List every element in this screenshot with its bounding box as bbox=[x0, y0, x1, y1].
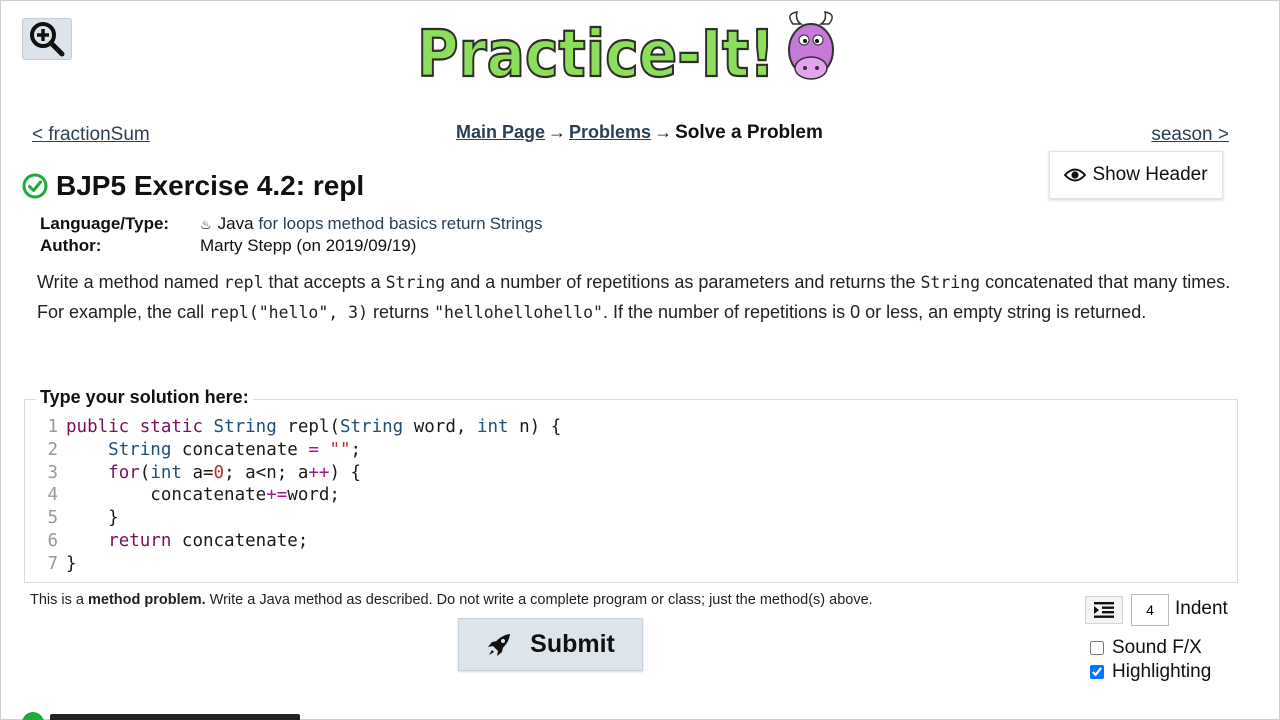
code-line: 7} bbox=[47, 553, 77, 574]
author-label: Author: bbox=[40, 236, 102, 255]
problem-meta: Language/Type: ♨ Java for loops method bas… bbox=[40, 213, 546, 256]
submit-label: Submit bbox=[530, 630, 615, 658]
inline-code: repl("hello", 3) bbox=[209, 302, 369, 322]
breadcrumb-current: Solve a Problem bbox=[675, 122, 823, 143]
indent-size-input[interactable] bbox=[1131, 594, 1169, 626]
next-section-peek bbox=[22, 712, 302, 720]
eye-icon bbox=[1064, 168, 1087, 182]
solution-fieldset: 1 public static String repl(String word, … bbox=[24, 399, 1238, 583]
breadcrumb-main-page[interactable]: Main Page bbox=[456, 122, 545, 142]
code-line: 1 public static String repl(String word, … bbox=[47, 417, 562, 437]
check-circle-icon bbox=[22, 712, 44, 720]
check-circle-icon bbox=[22, 173, 48, 199]
breadcrumb-arrow: → bbox=[548, 122, 567, 142]
inline-code: repl bbox=[223, 273, 264, 292]
problem-title: BJP5 Exercise 4.2: repl bbox=[56, 170, 365, 201]
tag-strings[interactable]: Strings bbox=[490, 214, 543, 233]
author-value: Marty Stepp (on 2019/09/19) bbox=[200, 236, 417, 255]
code-line: 2 String concatenate = ""; bbox=[47, 439, 362, 460]
highlighting-label: Highlighting bbox=[1112, 661, 1212, 682]
code-line: 4 concatenate+=word; bbox=[47, 485, 340, 506]
prev-problem-link[interactable]: < fractionSum bbox=[32, 124, 150, 146]
sound-fx-checkbox[interactable] bbox=[1090, 641, 1104, 655]
highlighting-option[interactable]: Highlighting bbox=[1090, 661, 1211, 683]
zoom-in-icon bbox=[30, 22, 65, 57]
highlighting-checkbox[interactable] bbox=[1090, 665, 1104, 679]
tag-return[interactable]: return bbox=[441, 214, 485, 233]
cow-mascot bbox=[788, 11, 834, 80]
method-problem-note: This is a method problem. Write a Java m… bbox=[30, 592, 873, 608]
breadcrumb-problems[interactable]: Problems bbox=[569, 122, 651, 142]
svg-text:Practice-It!: Practice-It! bbox=[417, 18, 775, 88]
sound-fx-option[interactable]: Sound F/X bbox=[1090, 637, 1202, 659]
practice-it-logo[interactable]: Practice-It! bbox=[415, 10, 845, 88]
language-value: Java bbox=[217, 214, 254, 233]
zoom-button[interactable] bbox=[22, 18, 72, 60]
breadcrumb-arrow: → bbox=[654, 122, 673, 142]
solution-legend: Type your solution here: bbox=[36, 387, 253, 408]
tag-for-loops[interactable]: for loops bbox=[258, 214, 323, 233]
indent-icon bbox=[1094, 602, 1114, 618]
code-line: 5 } bbox=[47, 508, 119, 529]
problem-description: Write a method named repl that accepts a… bbox=[37, 272, 1231, 322]
indent-button[interactable] bbox=[1085, 596, 1123, 624]
code-line: 3 for(int a=0; a<n; a++) { bbox=[47, 462, 362, 483]
submit-button[interactable]: Submit bbox=[458, 618, 643, 671]
problem-title-row: BJP5 Exercise 4.2: repl bbox=[22, 170, 364, 202]
breadcrumb: Main Page → Problems → Solve a Problem bbox=[456, 122, 823, 144]
sound-fx-label: Sound F/X bbox=[1112, 637, 1202, 658]
java-icon: ♨ bbox=[200, 217, 212, 232]
indent-label: Indent bbox=[1175, 598, 1228, 619]
show-header-label: Show Header bbox=[1092, 164, 1208, 185]
code-line: 6 return concatenate; bbox=[47, 530, 309, 551]
code-editor[interactable]: 1 public static String repl(String word, … bbox=[26, 416, 1236, 576]
inline-code: "hellohellohello" bbox=[434, 302, 603, 322]
next-problem-link[interactable]: season > bbox=[1151, 124, 1229, 146]
show-header-button[interactable]: Show Header bbox=[1049, 151, 1223, 199]
rocket-icon bbox=[488, 633, 511, 656]
language-label: Language/Type: bbox=[40, 214, 170, 233]
tag-method-basics[interactable]: method basics bbox=[328, 214, 438, 233]
inline-code: String bbox=[385, 273, 446, 292]
cut-off-heading bbox=[50, 714, 300, 720]
inline-code: String bbox=[920, 273, 981, 292]
